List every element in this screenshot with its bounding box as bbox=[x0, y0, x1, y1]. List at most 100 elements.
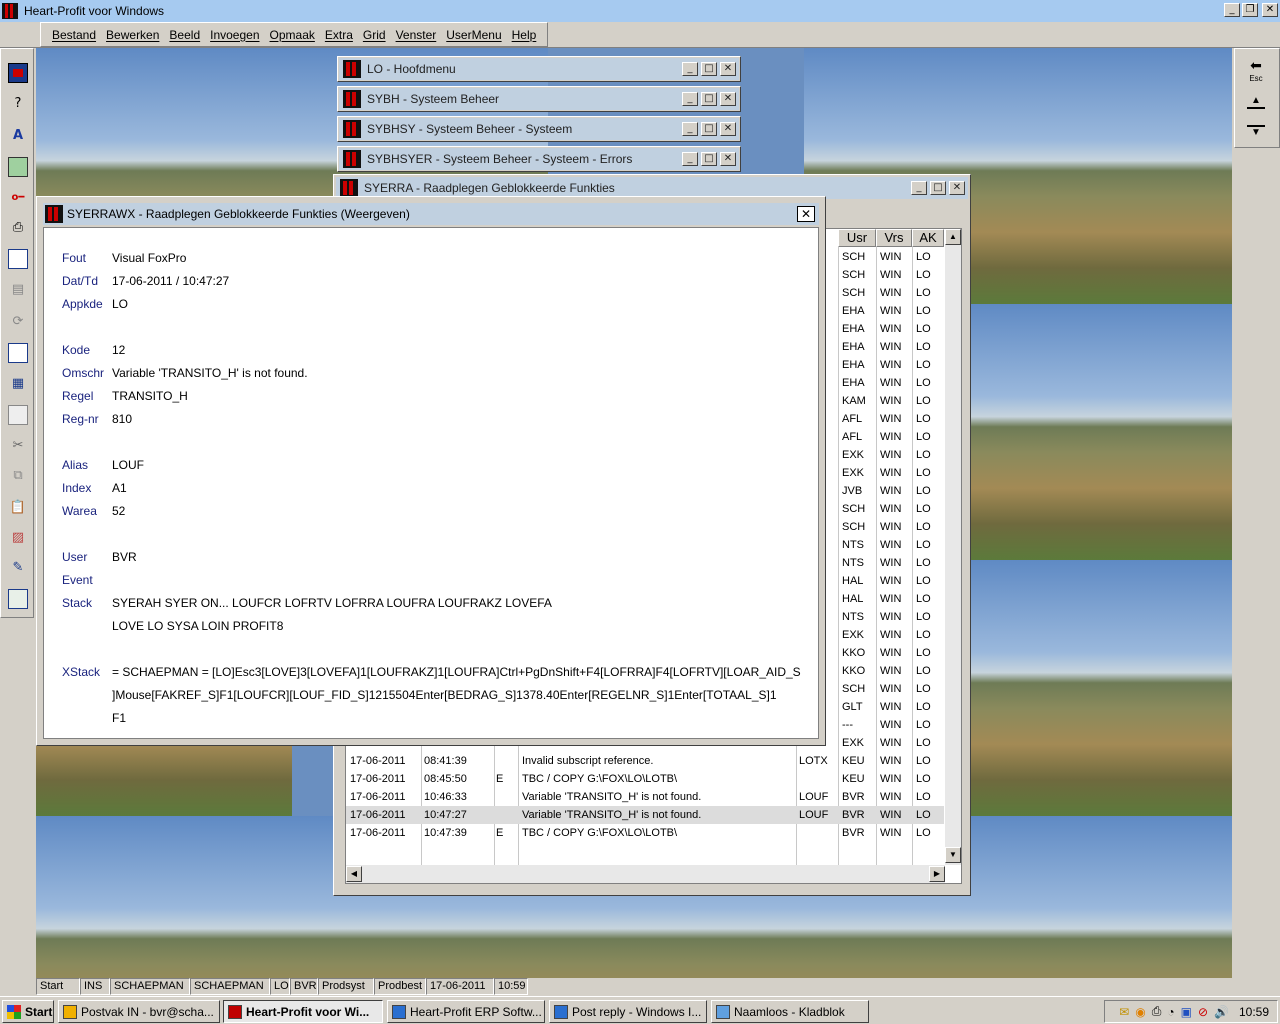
print-icon[interactable]: ⎙ bbox=[8, 217, 28, 237]
cell-vrs: WIN bbox=[880, 377, 902, 389]
taskbar-item[interactable]: Heart-Profit voor Wi... bbox=[223, 1000, 383, 1023]
paste-icon[interactable]: 📋 bbox=[8, 497, 28, 517]
screen-icon[interactable] bbox=[8, 589, 28, 609]
cell-usr: NTS bbox=[842, 539, 864, 551]
minimize-button[interactable]: _ bbox=[682, 122, 698, 136]
dialog-close-button[interactable]: ✕ bbox=[797, 206, 815, 222]
cell-vrs: WIN bbox=[880, 341, 902, 353]
network-alert-icon[interactable]: ⊘ bbox=[1198, 1005, 1208, 1019]
form-icon[interactable] bbox=[8, 249, 28, 269]
taskbar-item[interactable]: Postvak IN - bvr@scha... bbox=[58, 1000, 220, 1023]
minimize-button[interactable]: _ bbox=[1224, 3, 1240, 17]
maximize-button[interactable]: □ bbox=[701, 92, 717, 106]
scroll-left-icon[interactable]: ◀ bbox=[346, 866, 362, 882]
menu-venster[interactable]: Venster bbox=[391, 28, 442, 42]
minimize-button[interactable]: _ bbox=[682, 92, 698, 106]
edit-icon[interactable]: ✎ bbox=[8, 557, 28, 577]
cell-vrs: WIN bbox=[880, 449, 902, 461]
escape-button[interactable]: ⬅ Esc bbox=[1243, 57, 1269, 87]
cell-usr: KKO bbox=[842, 647, 866, 659]
mdi-window-sybhsyer[interactable]: SYBHSYER - Systeem Beheer - Systeem - Er… bbox=[337, 146, 741, 172]
menu-grid[interactable]: Grid bbox=[358, 28, 391, 42]
maximize-button[interactable]: □ bbox=[701, 62, 717, 76]
cell-date: 17-06-2011 bbox=[350, 755, 406, 767]
notepad-icon bbox=[716, 1004, 730, 1019]
horizontal-scrollbar[interactable]: ◀ ▶ bbox=[346, 865, 945, 883]
scroll-up-icon[interactable]: ▲ bbox=[945, 229, 961, 245]
menu-extra[interactable]: Extra bbox=[320, 28, 358, 42]
field-value: F1 bbox=[112, 711, 127, 725]
cell-ak: LO bbox=[916, 485, 931, 497]
close-button[interactable]: ✕ bbox=[720, 92, 736, 106]
font-icon[interactable]: A bbox=[8, 125, 28, 145]
column-header-ak[interactable]: AK bbox=[912, 229, 944, 247]
volume-icon[interactable]: 🔊 bbox=[1214, 1005, 1229, 1019]
table-row[interactable]: 17-06-2011 08:41:39 Invalid subscript refe… bbox=[346, 752, 944, 770]
cell-vrs: WIN bbox=[880, 431, 902, 443]
table-row[interactable]: 17-06-2011 10:46:33 Variable 'TRANSITO_H' … bbox=[346, 788, 944, 806]
cell-vrs: WIN bbox=[880, 629, 902, 641]
refresh-icon[interactable]: ⟳ bbox=[8, 311, 28, 331]
field-value: 12 bbox=[112, 343, 126, 357]
menu-usermenu[interactable]: UserMenu bbox=[441, 28, 506, 42]
grid-icon[interactable]: ▤ bbox=[8, 279, 28, 299]
scroll-right-icon[interactable]: ▶ bbox=[929, 866, 945, 882]
chart-icon[interactable]: ▦ bbox=[8, 373, 28, 393]
minimize-button[interactable]: _ bbox=[682, 152, 698, 166]
table-row[interactable]: 17-06-2011 10:47:27 Variable 'TRANSITO_H' … bbox=[346, 806, 944, 824]
mdi-window-hoofdmenu[interactable]: LO - Hoofdmenu _ □ ✕ bbox=[337, 56, 741, 82]
printer-icon[interactable]: ⎙ bbox=[1152, 1004, 1162, 1019]
help-icon[interactable]: ? bbox=[8, 93, 28, 113]
column-header-vrs[interactable]: Vrs bbox=[876, 229, 912, 247]
minimize-button[interactable]: _ bbox=[911, 181, 927, 195]
menu-invoegen[interactable]: Invoegen bbox=[205, 28, 264, 42]
app-logo-icon bbox=[343, 90, 361, 108]
taskbar-item[interactable]: Heart-Profit ERP Softw... bbox=[387, 1000, 545, 1023]
record-icon[interactable] bbox=[8, 343, 28, 363]
menu-bewerken[interactable]: Bewerken bbox=[101, 28, 164, 42]
close-button[interactable]: ✕ bbox=[720, 122, 736, 136]
mdi-window-sybh[interactable]: SYBH - Systeem Beheer _ □ ✕ bbox=[337, 86, 741, 112]
mdi-window-sybhsy[interactable]: SYBHSY - Systeem Beheer - Systeem _ □ ✕ bbox=[337, 116, 741, 142]
delete-icon[interactable]: ▨ bbox=[8, 527, 28, 547]
close-button[interactable]: ✕ bbox=[720, 62, 736, 76]
page-down-icon[interactable]: ▼ bbox=[1247, 125, 1265, 139]
maximize-button[interactable]: □ bbox=[701, 152, 717, 166]
maximize-button[interactable]: □ bbox=[701, 122, 717, 136]
cell-usr: SCH bbox=[842, 503, 866, 515]
table-row[interactable]: 17-06-2011 10:47:39 E TBC / COPY G:\FOX\LO\… bbox=[346, 824, 944, 842]
table-row[interactable]: 17-06-2011 08:45:50 E TBC / COPY G:\FOX\LO\… bbox=[346, 770, 944, 788]
page-up-icon[interactable]: ▲ bbox=[1247, 95, 1265, 109]
restore-button[interactable]: ❐ bbox=[1242, 3, 1258, 17]
dialog-title-bar: SYERRAWX - Raadplegen Geblokkeerde Funkt… bbox=[43, 203, 819, 225]
field-label: Index bbox=[62, 481, 92, 495]
key-icon[interactable]: o━ bbox=[8, 187, 28, 207]
cut-icon[interactable]: ✂ bbox=[8, 435, 28, 455]
scroll-down-icon[interactable]: ▼ bbox=[945, 847, 961, 863]
start-button[interactable]: Start bbox=[2, 1000, 54, 1023]
menu-opmaak[interactable]: Opmaak bbox=[265, 28, 320, 42]
pet-icon[interactable]: ◔ bbox=[1167, 1005, 1174, 1019]
sheet-icon[interactable] bbox=[8, 157, 28, 177]
menu-bestand[interactable]: Bestand bbox=[47, 28, 101, 42]
taskbar-item[interactable]: Naamloos - Kladblok bbox=[711, 1000, 869, 1023]
frame-icon[interactable] bbox=[8, 405, 28, 425]
maximize-button[interactable]: □ bbox=[930, 181, 946, 195]
network-icon[interactable]: ▣ bbox=[1181, 1005, 1192, 1019]
minimize-button[interactable]: _ bbox=[682, 62, 698, 76]
menu-beeld[interactable]: Beeld bbox=[164, 28, 205, 42]
close-button[interactable]: ✕ bbox=[720, 152, 736, 166]
copy-icon[interactable]: ⧉ bbox=[8, 465, 28, 485]
security-icon[interactable]: ◉ bbox=[1135, 1005, 1145, 1019]
vertical-scrollbar[interactable]: ▲ ▼ bbox=[945, 229, 961, 865]
mail-icon[interactable]: ✉ bbox=[1119, 1005, 1129, 1019]
window-icon[interactable] bbox=[8, 63, 28, 83]
close-button[interactable]: ✕ bbox=[1262, 3, 1278, 17]
cell-ak: LO bbox=[916, 377, 931, 389]
cell-usr: EXK bbox=[842, 629, 865, 641]
menu-help[interactable]: Help bbox=[507, 28, 542, 42]
close-button[interactable]: ✕ bbox=[949, 181, 965, 195]
status-cell: Prodsyst bbox=[318, 978, 374, 995]
column-header-usr[interactable]: Usr bbox=[838, 229, 876, 247]
taskbar-item[interactable]: Post reply - Windows I... bbox=[549, 1000, 707, 1023]
